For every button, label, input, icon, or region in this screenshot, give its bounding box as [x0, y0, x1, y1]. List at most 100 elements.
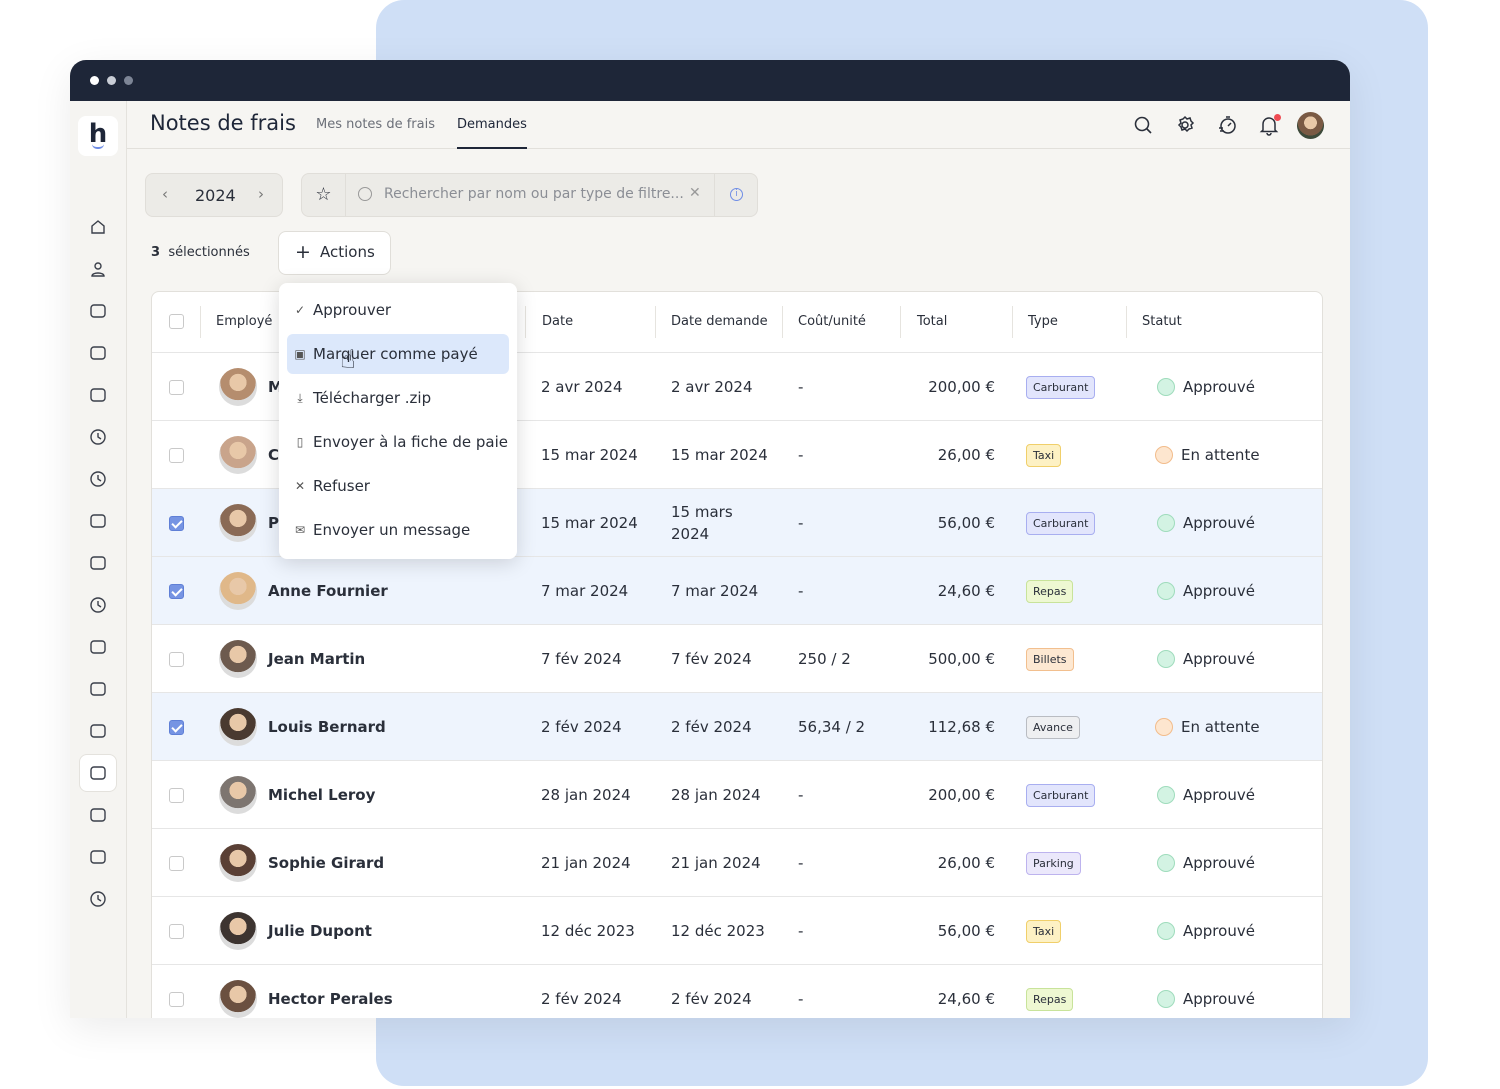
pie-icon[interactable] [88, 889, 108, 909]
timer-icon[interactable] [88, 469, 108, 489]
folder-icon[interactable] [88, 343, 108, 363]
target-icon[interactable] [88, 595, 108, 615]
notification-badge [1274, 114, 1281, 121]
table-row[interactable]: Hector Perales 2 fév 2024 2 fév 2024 - 2… [152, 964, 1322, 1018]
status-dot-icon [1157, 378, 1175, 396]
actions-button[interactable]: + Actions [278, 231, 391, 275]
workflow-icon[interactable] [88, 721, 108, 741]
column-header-cout[interactable]: Coût/unité [798, 292, 866, 352]
menu-item-money[interactable]: ▣ Marquer comme payé [287, 334, 509, 374]
column-header-date[interactable]: Date [542, 292, 573, 352]
column-header-total[interactable]: Total [917, 292, 947, 352]
status-dot-icon [1157, 854, 1175, 872]
row-checkbox[interactable] [169, 992, 184, 1007]
column-header-employe[interactable]: Employé [216, 292, 272, 352]
home-icon[interactable] [88, 217, 108, 237]
graduation-icon[interactable] [88, 679, 108, 699]
request-date: 28 jan 2024 [671, 786, 761, 804]
unit-cost: - [798, 922, 804, 940]
user-icon[interactable] [88, 259, 108, 279]
menu-item-label: Marquer comme payé [313, 345, 478, 363]
search-icon[interactable] [1132, 114, 1154, 136]
request-date: 21 jan 2024 [671, 854, 761, 872]
unit-cost: - [798, 446, 804, 464]
unit-cost: 56,34 / 2 [798, 718, 866, 736]
column-header-type[interactable]: Type [1028, 292, 1058, 352]
chat-icon[interactable] [88, 637, 108, 657]
clock-icon[interactable] [88, 427, 108, 447]
user-add-icon[interactable] [88, 847, 108, 867]
clear-icon[interactable]: ✕ [689, 185, 701, 201]
date: 2 avr 2024 [541, 378, 623, 396]
gear-icon[interactable] [1174, 114, 1196, 136]
chevron-right-icon[interactable]: › [258, 185, 264, 203]
menu-item-mail[interactable]: ✉ Envoyer un message [287, 510, 509, 550]
employee-name[interactable]: Anne Fournier [268, 557, 388, 625]
top-header: Notes de frais Mes notes de frais Demand… [127, 101, 1350, 149]
window-dot[interactable] [107, 76, 116, 85]
request-date: 2 fév 2024 [671, 718, 752, 736]
sidebar: h [70, 101, 127, 1018]
column-header-date-demande[interactable]: Date demande [671, 292, 768, 352]
employee-name[interactable]: P [268, 489, 279, 557]
table-row[interactable]: Jean Martin 7 fév 2024 7 fév 2024 250 / … [152, 624, 1322, 693]
info-icon[interactable]: i [730, 188, 743, 201]
row-checkbox[interactable] [169, 584, 184, 599]
star-icon[interactable]: ☆ [302, 174, 346, 216]
bell-icon[interactable] [1258, 114, 1281, 136]
row-checkbox[interactable] [169, 380, 184, 395]
row-checkbox[interactable] [169, 924, 184, 939]
select-all-checkbox[interactable] [169, 314, 184, 329]
avatar [219, 912, 257, 950]
row-checkbox[interactable] [169, 856, 184, 871]
menu-item-label: Approuver [313, 301, 392, 319]
stopwatch-icon[interactable] [1216, 114, 1238, 136]
avatar [219, 572, 257, 610]
employee-name[interactable]: Sophie Girard [268, 829, 384, 897]
search-bar: ☆ Rechercher par nom ou par type de filt… [301, 173, 758, 217]
row-checkbox[interactable] [169, 652, 184, 667]
menu-item-check[interactable]: ✓ Approuver [287, 290, 509, 330]
table-row[interactable]: Anne Fournier 7 mar 2024 7 mar 2024 - 24… [152, 556, 1322, 625]
employee-name[interactable]: Jean Martin [268, 625, 365, 693]
chart-icon[interactable] [88, 553, 108, 573]
type-tag: Taxi [1026, 919, 1062, 943]
unit-cost: 250 / 2 [798, 650, 851, 668]
total: 112,68 € [928, 718, 995, 736]
row-checkbox[interactable] [169, 720, 184, 735]
employee-name[interactable]: Hector Perales [268, 965, 393, 1018]
row-checkbox[interactable] [169, 516, 184, 531]
logo[interactable]: h [78, 116, 118, 156]
status-label: Approuvé [1183, 650, 1255, 668]
employee-name[interactable]: Julie Dupont [268, 897, 372, 965]
expense-icon[interactable] [79, 754, 117, 792]
menu-item-payslip[interactable]: ▯ Envoyer à la fiche de paie [287, 422, 509, 462]
status-label: Approuvé [1183, 922, 1255, 940]
request-date: 2 avr 2024 [671, 378, 753, 396]
table-row[interactable]: Michel Leroy 28 jan 2024 28 jan 2024 - 2… [152, 760, 1322, 829]
column-header-statut[interactable]: Statut [1142, 292, 1182, 352]
user-avatar[interactable] [1297, 112, 1324, 139]
alert-icon[interactable] [88, 805, 108, 825]
chevron-left-icon[interactable]: ‹ [162, 185, 168, 203]
tab-mes-notes[interactable]: Mes notes de frais [316, 117, 435, 132]
table-row[interactable]: Julie Dupont 12 déc 2023 12 déc 2023 - 5… [152, 896, 1322, 965]
users-icon[interactable] [88, 301, 108, 321]
table-row[interactable]: Louis Bernard 2 fév 2024 2 fév 2024 56,3… [152, 692, 1322, 761]
checkbox-icon[interactable] [88, 511, 108, 531]
calendar-icon[interactable] [88, 385, 108, 405]
search-input[interactable]: Rechercher par nom ou par type de filtre… [384, 186, 684, 202]
menu-item-download[interactable]: ⤓ Télécharger .zip [287, 378, 509, 418]
row-checkbox[interactable] [169, 448, 184, 463]
employee-name[interactable]: C [268, 421, 279, 489]
table-row[interactable]: Sophie Girard 21 jan 2024 21 jan 2024 - … [152, 828, 1322, 897]
actions-dropdown-menu: ✓ Approuver ▣ Marquer comme payé ⤓ Télécharge… [279, 283, 517, 559]
menu-item-close[interactable]: ✕ Refuser [287, 466, 509, 506]
window-dot[interactable] [124, 76, 133, 85]
row-checkbox[interactable] [169, 788, 184, 803]
tab-demandes[interactable]: Demandes [457, 117, 527, 149]
employee-name[interactable]: Louis Bernard [268, 693, 386, 761]
window-dot[interactable] [90, 76, 99, 85]
employee-name[interactable]: Michel Leroy [268, 761, 375, 829]
payslip-icon: ▯ [296, 435, 304, 449]
